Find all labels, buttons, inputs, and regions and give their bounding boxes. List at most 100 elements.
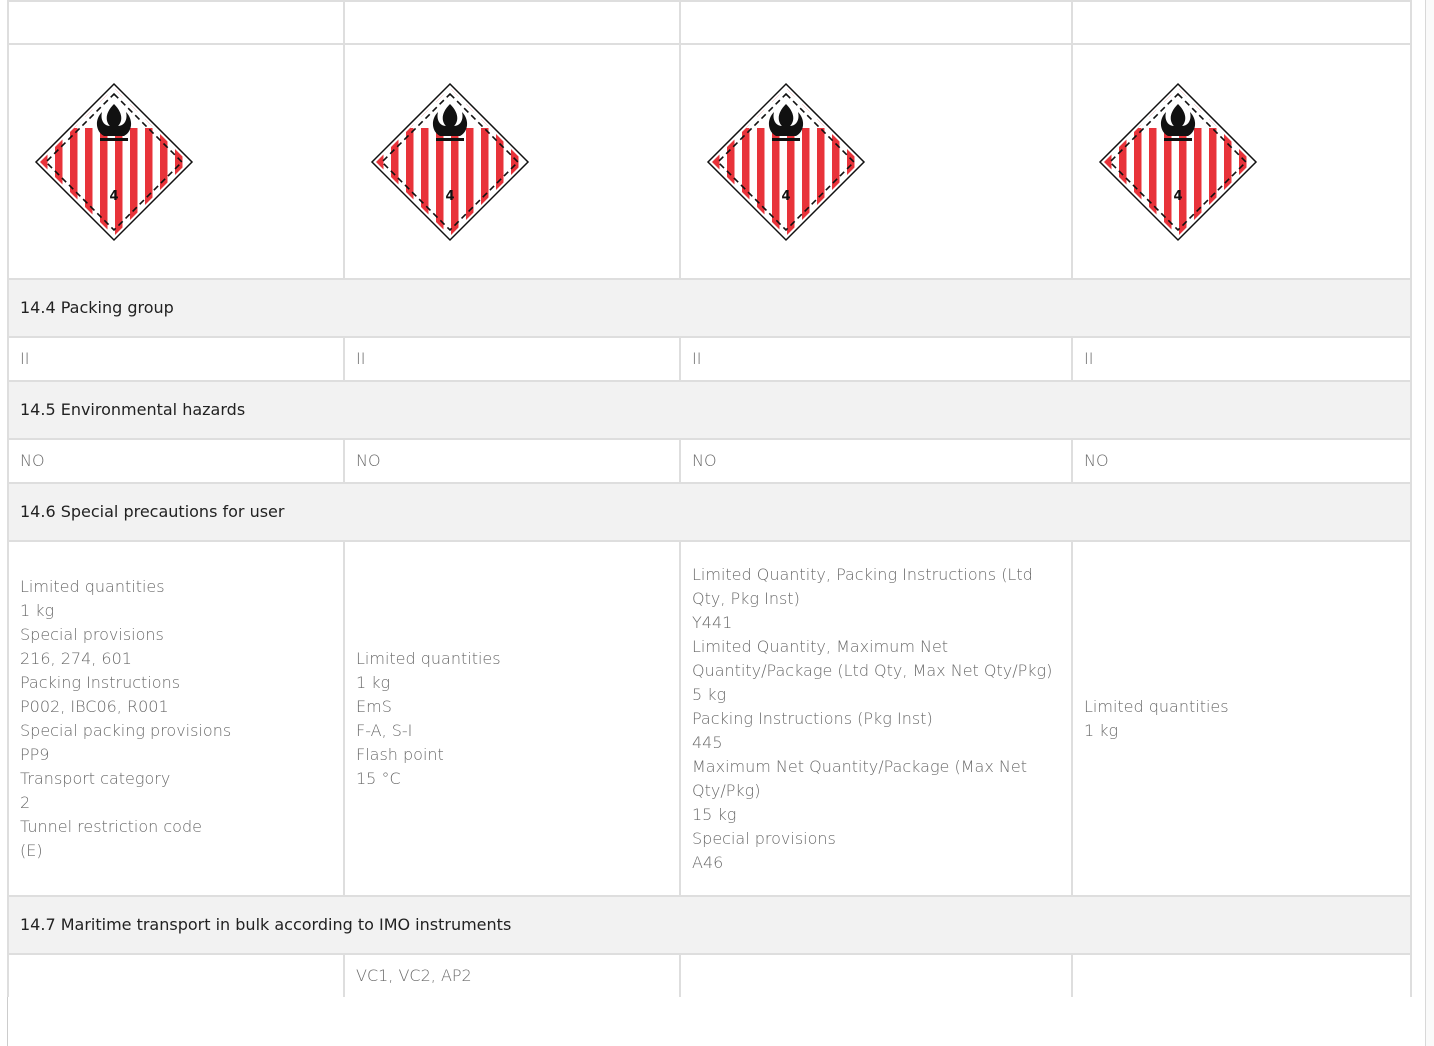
precaution-line: Limited Quantity, Maximum Net Quantity/P… — [692, 636, 1053, 680]
precaution-line: Transport category — [20, 768, 171, 788]
placard-svg: 4 — [34, 82, 194, 241]
packing-group-value: II — [1071, 336, 1412, 382]
precaution-line: 216, 274, 601 — [20, 648, 132, 668]
placard-stripe — [727, 87, 735, 236]
placard-stripe — [712, 87, 720, 236]
environmental-value: NO — [679, 438, 1073, 484]
placard-stripe — [406, 87, 414, 236]
table-cell: 4 — [343, 43, 681, 280]
table-row: II II II II — [7, 336, 1412, 382]
flame-base — [436, 137, 464, 141]
precaution-line: 2 — [20, 792, 31, 812]
section-heading-environmental: 14.5 Environmental hazards — [7, 380, 1412, 440]
precaution-line: EmS — [356, 696, 392, 716]
placard-svg: 4 — [706, 82, 866, 241]
table-cell: 4 — [679, 43, 1073, 280]
hazard-placard-icon: 4 — [681, 82, 1071, 242]
precaution-line: 1 kg — [1084, 720, 1119, 740]
precaution-line: P002, IBC06, R001 — [20, 696, 169, 716]
table-row: NO NO NO NO — [7, 438, 1412, 484]
precautions-cell: Limited quantities 1 kg EmS F-A, S-I Flash p… — [343, 540, 681, 897]
precaution-line: Packing Instructions — [20, 672, 181, 692]
hazard-pictogram-row: 4 4 4 4 — [7, 43, 1412, 280]
transport-table: 4 4 4 4 14.4 Packing group II II II II 1… — [7, 0, 1412, 997]
placard-stripe — [1104, 87, 1112, 236]
section-heading-imo-bulk: 14.7 Maritime transport in bulk accordin… — [7, 895, 1412, 955]
placard-stripe — [55, 87, 63, 236]
table-row: Limited quantities 1 kg Special provisions… — [7, 540, 1412, 897]
placard-stripe — [496, 87, 504, 236]
placard-svg: 4 — [370, 82, 530, 241]
placard-stripe — [742, 87, 750, 236]
section-header-row: 14.4 Packing group — [7, 278, 1412, 338]
placard-stripe — [832, 87, 840, 236]
page-bottom — [9, 1012, 1410, 1046]
precaution-line: Special provisions — [692, 828, 836, 848]
precaution-line: Tunnel restriction code — [20, 816, 202, 836]
precautions-cell: Limited Quantity, Packing Instructions (… — [679, 540, 1073, 897]
precaution-line: 1 kg — [20, 600, 55, 620]
environmental-value: NO — [1071, 438, 1412, 484]
table-cell — [7, 0, 345, 45]
placard-stripe — [160, 87, 168, 236]
placard-class-number: 4 — [781, 189, 790, 204]
placard-stripe — [391, 87, 399, 236]
packing-group-value: II — [679, 336, 1073, 382]
precaution-line: Limited quantities — [20, 576, 165, 596]
placard-stripe — [1224, 87, 1232, 236]
flame-base — [772, 137, 800, 141]
environmental-value: NO — [343, 438, 681, 484]
table-row: VC1, VC2, AP2 — [7, 953, 1412, 997]
placard-class-number: 4 — [445, 189, 454, 204]
imo-bulk-value — [679, 953, 1073, 997]
section-header-row: 14.7 Maritime transport in bulk accordin… — [7, 895, 1412, 955]
table-row — [7, 0, 1412, 45]
placard-svg: 4 — [1098, 82, 1258, 241]
precaution-line: Limited quantities — [1084, 696, 1229, 716]
placard-stripe — [1209, 87, 1217, 236]
precaution-line: Flash point — [356, 744, 444, 764]
hazard-placard-icon: 4 — [345, 82, 679, 242]
hazard-placard-icon: 4 — [1073, 82, 1410, 242]
placard-stripe — [40, 87, 48, 236]
packing-group-value: II — [343, 336, 681, 382]
precaution-line: F-A, S-I — [356, 720, 413, 740]
placard-stripe — [481, 87, 489, 236]
placard-stripe — [70, 87, 78, 236]
environmental-value: NO — [7, 438, 345, 484]
placard-stripe — [1119, 87, 1127, 236]
precaution-line: 15 kg — [692, 804, 737, 824]
section-heading-precautions: 14.6 Special precautions for user — [7, 482, 1412, 542]
precaution-line: Limited quantities — [356, 648, 501, 668]
hazard-placard-icon: 4 — [9, 82, 343, 242]
placard-class-number: 4 — [109, 189, 118, 204]
flame-base — [1164, 137, 1192, 141]
placard-stripe — [145, 87, 153, 236]
placard-stripe — [1134, 87, 1142, 236]
precaution-line: 445 — [692, 732, 723, 752]
packing-group-value: II — [7, 336, 345, 382]
precaution-line: Y441 — [692, 612, 733, 632]
precaution-line: Packing Instructions (Pkg Inst) — [692, 708, 933, 728]
imo-bulk-value — [7, 953, 345, 997]
precaution-line: 5 kg — [692, 684, 727, 704]
placard-stripe — [817, 87, 825, 236]
precaution-line: Maximum Net Quantity/Package (Max Net Qt… — [692, 756, 1027, 800]
flame-base — [100, 137, 128, 141]
precaution-line: (E) — [20, 840, 43, 860]
precaution-line: Special provisions — [20, 624, 164, 644]
precaution-line: Limited Quantity, Packing Instructions (… — [692, 564, 1033, 608]
scrollbar-track[interactable] — [1425, 0, 1434, 1046]
precaution-line: A46 — [692, 852, 724, 872]
section-header-row: 14.6 Special precautions for user — [7, 482, 1412, 542]
precaution-line: 1 kg — [356, 672, 391, 692]
precaution-line: PP9 — [20, 744, 50, 764]
precautions-cell: Limited quantities 1 kg Special provisions… — [7, 540, 345, 897]
precautions-cell: Limited quantities 1 kg — [1071, 540, 1412, 897]
placard-stripe — [376, 87, 384, 236]
precaution-line: Special packing provisions — [20, 720, 232, 740]
table-cell — [679, 0, 1073, 45]
section-heading-packing-group: 14.4 Packing group — [7, 278, 1412, 338]
placard-class-number: 4 — [1173, 189, 1182, 204]
imo-bulk-value — [1071, 953, 1412, 997]
